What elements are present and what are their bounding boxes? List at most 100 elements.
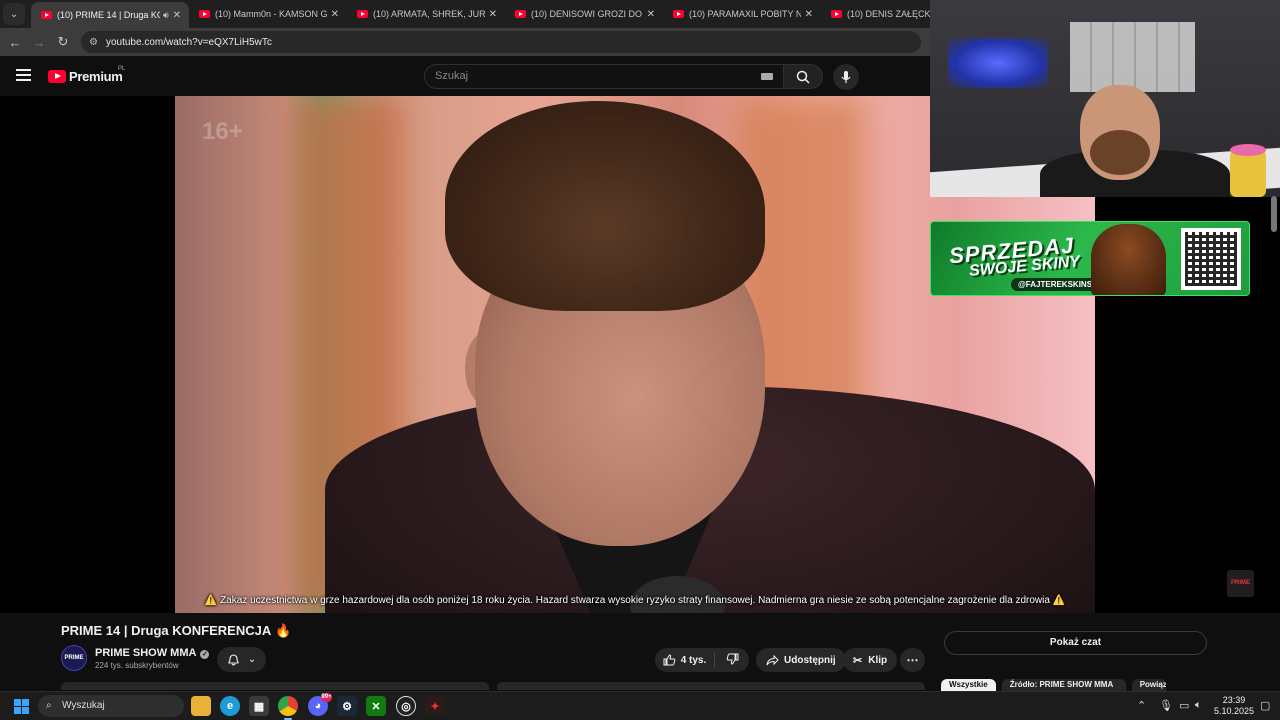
address-bar[interactable]: ⚙ youtube.com/watch?v=eQX7LiH5wTc	[81, 31, 921, 53]
youtube-favicon-icon	[673, 10, 684, 18]
search-icon	[796, 70, 810, 84]
browser-tab[interactable]: (10) DENISOWI GROZI DO 8 LAT ✕	[505, 1, 663, 27]
taskbar-search-label: Wyszukaj	[62, 700, 105, 711]
volume-icon[interactable]: 🔈︎	[1195, 699, 1202, 712]
description-box[interactable]	[61, 682, 489, 690]
microphone-tray-icon[interactable]: 🎙︎	[1159, 699, 1173, 712]
region-code: PL	[118, 66, 126, 72]
channel-avatar[interactable]: PRIME	[61, 645, 87, 671]
start-button[interactable]	[14, 699, 29, 714]
taskbar-search[interactable]: ⌕ Wyszukaj	[38, 695, 184, 717]
browser-tab[interactable]: (10) PARAMAXIL POBITY NA STAGE ✕	[663, 1, 821, 27]
browser-tab[interactable]: (10) DENIS ZAŁĘCKI - ROZ	[821, 1, 941, 27]
like-count: 4 tys.	[680, 654, 707, 666]
youtube-premium-logo[interactable]: Premium PL	[48, 66, 126, 84]
search-placeholder: Szukaj	[435, 70, 469, 82]
tab-title: (10) ARMATA, SHREK, JURASEK	[373, 9, 485, 19]
search-icon: ⌕	[46, 700, 52, 711]
windows-taskbar: ⌕ Wyszukaj e ▦ ◕ 99+ ⚙ ✕ ◎ ✦ ⌃ 🎙︎ ▭ 🔈︎ 23…	[0, 691, 1280, 720]
xbox-icon[interactable]: ✕	[366, 696, 386, 716]
browser-tab[interactable]: (10) Mamm0n - KAMSON GRANDE ✕	[189, 1, 347, 27]
browser-toolbar: ← → ↻ ⚙ youtube.com/watch?v=eQX7LiH5wTc	[0, 28, 930, 56]
youtube-favicon-icon	[515, 10, 526, 18]
notification-bell-button[interactable]: ⌄	[217, 647, 266, 672]
close-tab-icon[interactable]: ✕	[489, 9, 497, 20]
show-chat-button[interactable]: Pokaż czat	[944, 631, 1207, 655]
notification-center-icon[interactable]: ▢	[1260, 699, 1270, 712]
channel-watermark[interactable]: PRIME	[1227, 570, 1254, 597]
clip-button[interactable]: ✂ Klip	[843, 648, 898, 672]
thumbs-up-icon	[663, 654, 675, 666]
video-details: PRIME 14 | Druga KONFERENCJA 🔥 PRIME PRIM…	[0, 613, 1280, 691]
bell-icon	[228, 654, 239, 666]
speaker-icon[interactable]: 🔊︎	[163, 10, 169, 21]
forward-arrow-icon[interactable]: →	[27, 35, 51, 50]
close-tab-icon[interactable]: ✕	[647, 9, 655, 20]
browser-tab[interactable]: (10) ARMATA, SHREK, JURASEK ✕	[347, 1, 505, 27]
obs-icon[interactable]: ◎	[396, 696, 416, 716]
search-input[interactable]: Szukaj	[424, 64, 784, 89]
menu-icon[interactable]	[16, 69, 31, 81]
browser-tab[interactable]: (10) PRIME 14 | Druga KONFERENCJA 🔊︎ ✕	[31, 2, 189, 28]
youtube-favicon-icon	[831, 10, 842, 18]
recommendation-chips: Wszystkie Źródło: PRIME SHOW MMA Powiąza…	[941, 679, 1166, 691]
youtube-header: Premium PL Szukaj	[0, 56, 930, 96]
tab-title: (10) DENIS ZAŁĘCKI - ROZ	[847, 9, 933, 19]
keyboard-icon[interactable]	[761, 73, 773, 80]
discord-icon[interactable]: ◕ 99+	[308, 693, 332, 716]
qr-code	[1181, 228, 1241, 290]
notification-badge: 99+	[321, 693, 332, 702]
clock-date: 5.10.2025	[1213, 706, 1255, 716]
url-text: youtube.com/watch?v=eQX7LiH5wTc	[105, 36, 272, 48]
video-title: PRIME 14 | Druga KONFERENCJA 🔥	[61, 623, 291, 639]
page-scrollbar[interactable]	[1271, 196, 1277, 232]
microphone-icon	[841, 70, 851, 83]
chip-all[interactable]: Wszystkie	[941, 679, 996, 691]
dislike-button[interactable]	[715, 653, 749, 668]
close-tab-icon[interactable]: ✕	[173, 10, 181, 21]
sponsor-banner: SPRZEDAJ SWOJE SKINY @FAJTEREKSKINS	[930, 221, 1250, 296]
webcam-overlay	[930, 0, 1280, 197]
dog-mascot	[1091, 224, 1166, 295]
scissors-icon: ✂	[853, 654, 863, 667]
more-actions-button[interactable]: ⋯	[900, 648, 925, 672]
comments-box[interactable]	[497, 682, 925, 690]
site-info-icon[interactable]: ⚙	[89, 37, 98, 48]
game-app-icon[interactable]: ✦	[425, 696, 445, 716]
chevron-up-icon[interactable]: ⌃	[1137, 699, 1146, 712]
back-arrow-icon[interactable]: ←	[3, 35, 27, 50]
like-button[interactable]: 4 tys.	[655, 652, 715, 668]
youtube-favicon-icon	[199, 10, 210, 18]
more-icon: ⋯	[906, 653, 919, 667]
fire-emoji: 🔥	[275, 623, 292, 638]
video-title-text: PRIME 14 | Druga KONFERENCJA	[61, 623, 272, 638]
chip-related[interactable]: Powiązane	[1131, 679, 1166, 691]
steam-icon[interactable]: ⚙	[337, 696, 357, 716]
tab-search-button[interactable]: ⌄	[3, 3, 25, 25]
file-explorer-icon[interactable]	[191, 696, 211, 716]
tab-title: (10) PARAMAXIL POBITY NA STAGE	[689, 9, 801, 19]
tab-title: (10) PRIME 14 | Druga KONFERENCJA	[57, 10, 160, 20]
youtube-logo-icon	[48, 70, 66, 83]
chevron-down-icon: ⌄	[9, 8, 19, 20]
share-button[interactable]: Udostępnij	[756, 648, 846, 672]
cup	[1230, 144, 1266, 197]
voice-search-button[interactable]	[833, 64, 859, 90]
store-icon[interactable]: ▦	[249, 696, 269, 716]
search-button[interactable]	[783, 64, 823, 89]
close-tab-icon[interactable]: ✕	[331, 9, 339, 20]
gambling-disclaimer: ⚠️ Zakaz uczestnictwa w grze hazardowej …	[204, 595, 1066, 606]
channel-name[interactable]: PRIME SHOW MMA ✓	[95, 647, 210, 659]
chip-source[interactable]: Źródło: PRIME SHOW MMA	[1001, 679, 1126, 691]
edge-icon[interactable]: e	[220, 696, 240, 716]
subscriber-count: 224 tys. subskrybentów	[95, 661, 179, 670]
chrome-icon[interactable]	[278, 696, 298, 720]
system-clock[interactable]: 23:39 5.10.2025	[1212, 695, 1256, 717]
close-tab-icon[interactable]: ✕	[805, 9, 813, 20]
reload-icon[interactable]: ↻	[51, 34, 75, 50]
thumbs-down-icon	[726, 653, 738, 665]
youtube-favicon-icon	[41, 11, 52, 19]
share-icon	[766, 654, 779, 665]
network-icon[interactable]: ▭	[1179, 699, 1189, 712]
clock-time: 23:39	[1222, 695, 1246, 705]
